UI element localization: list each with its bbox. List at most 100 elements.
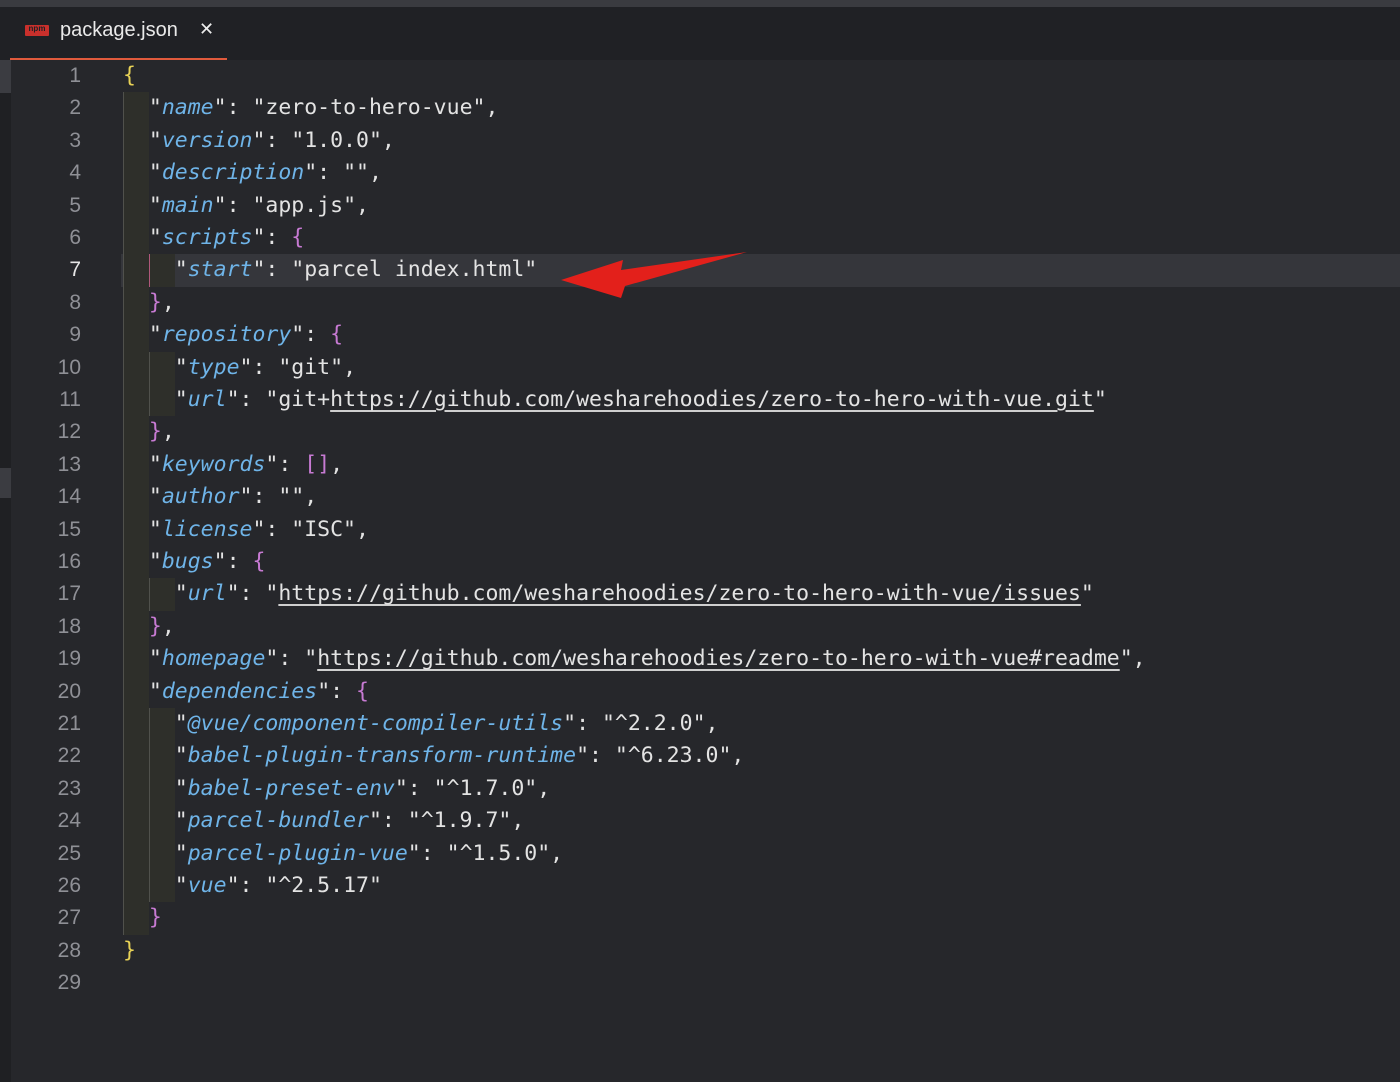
code-token: ": "1.0.0", [252, 127, 395, 153]
code-line[interactable]: "babel-preset-env": "^1.7.0", [123, 773, 550, 805]
code-token: " [123, 743, 188, 769]
line-number: 22 [57, 744, 81, 768]
code-token: " [123, 775, 188, 801]
code-line[interactable]: "scripts": { [123, 222, 304, 254]
json-key: url [187, 387, 227, 412]
line-number: 18 [57, 614, 81, 638]
code-token: , [330, 451, 344, 477]
line-number: 3 [69, 128, 81, 152]
code-token: " [123, 160, 162, 186]
code-token: ": " [226, 581, 279, 607]
code-token: ", [1119, 646, 1146, 672]
json-key: bugs [161, 549, 214, 574]
line-number: 15 [57, 517, 81, 541]
code-token: " [123, 192, 162, 218]
code-link[interactable]: https://github.com/wesharehoodies/zero-t… [330, 387, 1094, 412]
json-key: start [187, 257, 253, 283]
json-key: description [161, 160, 305, 186]
line-number: 20 [57, 679, 81, 703]
line-number: 7 [69, 258, 81, 282]
line-number: 28 [57, 938, 81, 962]
line-number: 5 [69, 193, 81, 217]
line-number: 19 [57, 647, 81, 671]
json-key: babel-preset-env [187, 775, 395, 801]
code-line[interactable]: "url": "git+https://github.com/weshareho… [123, 384, 1107, 416]
code-line[interactable]: "parcel-plugin-vue": "^1.5.0", [123, 838, 563, 870]
code-line[interactable]: }, [123, 416, 175, 448]
json-key: author [161, 484, 240, 510]
line-number: 29 [57, 971, 81, 995]
line-number: 27 [57, 906, 81, 930]
code-line[interactable]: "parcel-bundler": "^1.9.7", [123, 805, 525, 837]
code-line[interactable]: "url": "https://github.com/wesharehoodie… [123, 578, 1094, 610]
line-number: 9 [69, 323, 81, 347]
line-number: 8 [69, 290, 81, 314]
code-line[interactable]: "@vue/component-compiler-utils": "^2.2.0… [123, 708, 719, 740]
code-line[interactable]: } [123, 935, 136, 967]
code-line[interactable]: "start": "parcel index.html" [123, 254, 537, 286]
code-token: " [123, 127, 162, 153]
line-number: 14 [57, 485, 81, 509]
code-token: " [123, 257, 188, 283]
code-token: ": "git+ [226, 387, 331, 412]
code-line[interactable]: "author": "", [123, 481, 317, 513]
code-token: } [148, 419, 162, 445]
line-number: 6 [69, 226, 81, 249]
code-link[interactable]: https://github.com/wesharehoodies/zero-t… [278, 581, 1081, 606]
json-key: main [161, 192, 214, 218]
code-line[interactable]: "bugs": { [123, 546, 266, 578]
code-line[interactable]: "license": "ISC", [123, 514, 369, 546]
code-token: " [123, 322, 162, 348]
line-number: 23 [57, 776, 81, 800]
code-token: ": "^1.5.0", [407, 840, 564, 866]
code-line[interactable]: "main": "app.js", [123, 190, 369, 222]
code-line[interactable]: }, [123, 611, 175, 643]
code-line[interactable]: "description": "", [123, 157, 382, 189]
json-key: url [187, 581, 227, 607]
json-key: repository [161, 322, 292, 348]
code-line[interactable]: { [123, 60, 136, 92]
code-editor[interactable]: 1 2 3 4 5 6 7 8 9 10 11 12 13 14 15 16 17 18 19 20 21 22 23 24 2… [11, 60, 1400, 1082]
code-line[interactable]: "dependencies": { [123, 676, 369, 708]
code-line[interactable]: }, [123, 287, 175, 319]
code-token: ": [265, 451, 305, 477]
code-token: ": "^6.23.0", [576, 743, 745, 769]
code-token: " [123, 549, 162, 574]
code-token: " [123, 646, 162, 672]
code-token: ": "", [304, 160, 382, 186]
code-line[interactable]: "vue": "^2.5.17" [123, 870, 382, 902]
code-link[interactable]: https://github.com/wesharehoodies/zero-t… [317, 646, 1120, 671]
line-number: 25 [57, 841, 81, 865]
code-token: " [123, 711, 188, 736]
close-icon[interactable]: ✕ [199, 19, 214, 40]
code-token: ": "parcel index.html" [252, 257, 538, 283]
code-token: { [330, 322, 344, 348]
line-number: 16 [57, 550, 81, 573]
line-number: 1 [69, 64, 81, 87]
line-number: 12 [57, 420, 81, 444]
left-scroll-gutter[interactable] [0, 60, 11, 1082]
code-token: " [123, 354, 188, 380]
tab-package-json[interactable]: npm package.json ✕ [10, 7, 227, 60]
json-key: parcel-plugin-vue [187, 840, 408, 866]
line-number: 10 [57, 355, 81, 379]
code-token: " [123, 225, 162, 250]
code-token: " [123, 516, 162, 542]
code-line[interactable]: } [123, 902, 162, 934]
code-line[interactable]: "type": "git", [123, 352, 356, 384]
code-token: ": [291, 322, 331, 348]
json-key: name [161, 95, 214, 121]
code-token: " [123, 581, 188, 607]
code-line[interactable]: "repository": { [123, 319, 343, 351]
code-line[interactable]: "babel-plugin-transform-runtime": "^6.23… [123, 740, 745, 772]
json-key: parcel-bundler [187, 808, 369, 834]
code-line[interactable]: "homepage": "https://github.com/weshareh… [123, 643, 1146, 675]
code-line[interactable]: "version": "1.0.0", [123, 125, 395, 157]
code-line[interactable]: "name": "zero-to-hero-vue", [123, 92, 499, 124]
json-key: babel-plugin-transform-runtime [187, 743, 577, 769]
line-number: 26 [57, 874, 81, 897]
json-key: dependencies [161, 678, 318, 704]
code-line[interactable]: "keywords": [], [123, 449, 343, 481]
